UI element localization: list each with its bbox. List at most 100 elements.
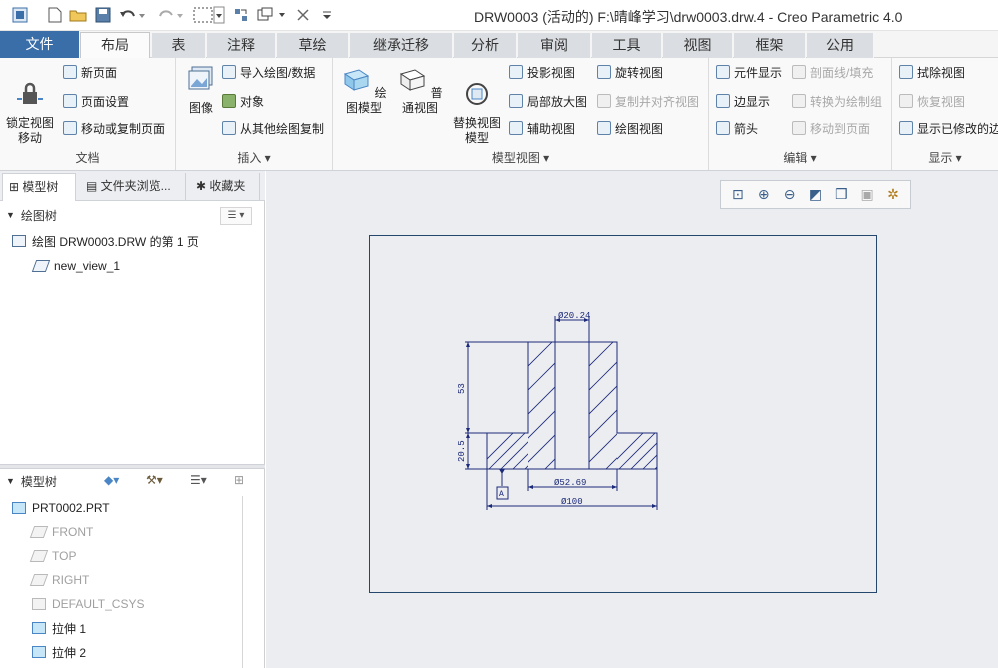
csys-item[interactable]: DEFAULT_CSYS — [32, 593, 144, 615]
undo-icon[interactable] — [118, 6, 146, 24]
general-view-button[interactable]: 普通视图 — [395, 64, 445, 116]
dim-boss-diameter[interactable]: Ø52.69 — [554, 478, 586, 488]
open-folder-icon[interactable] — [68, 6, 88, 24]
tab-frame[interactable]: 框架 — [734, 33, 806, 58]
display-style-icon[interactable]: ❒ — [832, 186, 850, 204]
page-setup-button[interactable]: 页面设置 — [63, 91, 129, 111]
ribbon-group-display: 拭除视图 恢复视图 显示已修改的边 显示 ▾ — [892, 58, 998, 170]
new-file-icon[interactable] — [46, 6, 64, 24]
tab-favorites[interactable]: ✱ 收藏夹 — [190, 173, 260, 201]
app-icon[interactable] — [10, 6, 30, 24]
arrow-button[interactable]: 箭头 — [716, 118, 758, 138]
datum-label[interactable]: A — [499, 490, 504, 499]
insert-group-text: 插入 — [237, 151, 262, 165]
repaint-icon[interactable]: ◩ — [806, 186, 824, 204]
extrude-item[interactable]: 拉伸 2 — [32, 641, 86, 663]
collapse-icon[interactable]: ▼ — [6, 210, 15, 220]
tab-sketch[interactable]: 草绘 — [277, 33, 349, 58]
resume-view-button[interactable]: 恢复视图 — [899, 91, 965, 111]
detailed-view-button[interactable]: 局部放大图 — [509, 91, 587, 111]
object-button[interactable]: 对象 — [222, 91, 264, 111]
zoom-in-icon[interactable]: ⊕ — [755, 186, 773, 204]
scrollbar-track[interactable] — [242, 496, 243, 668]
tab-model-tree[interactable]: ⊞ 模型树 — [2, 173, 76, 201]
lock-view-move-button[interactable]: 锁定视图 移动 — [4, 64, 56, 146]
xhatch-button[interactable]: 剖面线/填充 — [792, 62, 873, 82]
customize-toolbar-icon[interactable] — [318, 6, 336, 24]
extrude-icon — [32, 646, 46, 658]
save-icon[interactable] — [94, 6, 112, 24]
object-label: 对象 — [240, 94, 265, 109]
tab-folder-browser[interactable]: ▤ 文件夹浏览... — [80, 173, 186, 201]
tab-table[interactable]: 表 — [152, 33, 206, 58]
collapse-icon[interactable]: ▼ — [6, 476, 15, 486]
lock-view-move-label: 锁定视图 移动 — [5, 116, 54, 145]
csys-icon — [32, 598, 46, 610]
saved-views-icon[interactable]: ▣ — [858, 186, 876, 204]
drawing-view-button[interactable]: 绘图视图 — [597, 118, 663, 138]
tree-settings-icon[interactable]: ☰▾ — [190, 473, 207, 487]
copy-from-drawing-button[interactable]: 从其他绘图复制 — [222, 118, 324, 138]
tab-view[interactable]: 视图 — [663, 33, 733, 58]
datum-plane-item[interactable]: RIGHT — [29, 569, 89, 591]
tab-annotate[interactable]: 注释 — [207, 33, 276, 58]
revolved-view-button[interactable]: 旋转视图 — [597, 62, 663, 82]
import-drawing-button[interactable]: 导入绘图/数据 — [222, 62, 315, 82]
edge-display-button[interactable]: 边显示 — [716, 91, 770, 111]
tab-review[interactable]: 审阅 — [518, 33, 591, 58]
windows-icon[interactable] — [256, 6, 288, 24]
new-page-button[interactable]: 新页面 — [63, 62, 117, 82]
page-setup-icon — [63, 94, 77, 108]
view-toolbar: ⊡ ⊕ ⊖ ◩ ❒ ▣ ✲ — [720, 180, 911, 209]
arrow-label: 箭头 — [734, 121, 759, 136]
graphics-area[interactable]: ⊡ ⊕ ⊖ ◩ ❒ ▣ ✲ Ø20.24 53 20.5 Ø52.69 Ø100… — [266, 171, 998, 668]
component-display-button[interactable]: 元件显示 — [716, 62, 782, 82]
move-to-page-button[interactable]: 移动到页面 — [792, 118, 870, 138]
tab-tools[interactable]: 工具 — [592, 33, 662, 58]
revolved-view-icon — [597, 65, 611, 79]
drawing-model-button[interactable]: 绘图模型 — [339, 64, 389, 116]
convert-to-draft-icon — [792, 94, 806, 108]
drawing-sheet-icon — [12, 235, 26, 247]
datum-plane-item[interactable]: FRONT — [29, 521, 93, 543]
tab-layout[interactable]: 布局 — [80, 32, 150, 59]
refit-icon[interactable]: ⊡ — [729, 186, 747, 204]
drawing-sheet-item[interactable]: 绘图 DRW0003.DRW 的第 1 页 — [12, 230, 199, 252]
tools-icon[interactable]: ⚒▾ — [146, 473, 163, 487]
tab-analysis[interactable]: 分析 — [454, 33, 517, 58]
copy-align-view-label: 复制并对齐视图 — [615, 94, 700, 109]
move-copy-page-button[interactable]: 移动或复制页面 — [63, 118, 165, 138]
xhatch-icon — [792, 65, 806, 79]
select-box-icon[interactable] — [192, 6, 226, 24]
dim-flange-height[interactable]: 20.5 — [457, 440, 467, 462]
tab-legacy-migration[interactable]: 继承迁移 — [350, 33, 453, 58]
projection-view-button[interactable]: 投影视图 — [509, 62, 575, 82]
zoom-out-icon[interactable]: ⊖ — [781, 186, 799, 204]
show-modified-edges-button[interactable]: 显示已修改的边 — [899, 118, 998, 138]
drawing-sheet[interactable]: Ø20.24 53 20.5 Ø52.69 Ø100 A — [369, 235, 877, 593]
erase-view-button[interactable]: 拭除视图 — [899, 62, 965, 82]
redo-icon[interactable] — [156, 6, 184, 24]
drawing-tree-title: 绘图树 — [20, 208, 57, 223]
tab-common[interactable]: 公用 — [807, 33, 874, 58]
copy-align-view-button[interactable]: 复制并对齐视图 — [597, 91, 699, 111]
regenerate-icon[interactable] — [232, 6, 250, 24]
extrude-item[interactable]: 拉伸 1 — [32, 617, 86, 639]
model-display-icon[interactable]: ◆▾ — [104, 473, 119, 487]
replace-view-model-button[interactable]: 替换视图 模型 — [449, 64, 505, 146]
datum-display-icon[interactable]: ✲ — [884, 186, 902, 204]
datum-plane-item[interactable]: TOP — [29, 545, 76, 567]
dim-height[interactable]: 53 — [457, 383, 467, 394]
dim-bore-diameter[interactable]: Ø20.24 — [558, 311, 590, 321]
drawing-view-item[interactable]: new_view_1 — [31, 255, 120, 277]
image-button[interactable]: 图像 — [180, 64, 222, 116]
close-window-icon[interactable] — [295, 6, 311, 24]
auxiliary-view-button[interactable]: 辅助视图 — [509, 118, 575, 138]
tab-file[interactable]: 文件 — [0, 31, 80, 58]
filter-icon[interactable]: ⊞ — [234, 473, 244, 487]
convert-to-draft-button[interactable]: 转换为绘制组 — [792, 91, 882, 111]
replace-view-model-icon — [466, 83, 488, 105]
dim-outer-diameter[interactable]: Ø100 — [561, 497, 583, 507]
tree-settings-icon[interactable]: ☰ ▾ — [220, 207, 252, 225]
part-item[interactable]: PRT0002.PRT — [12, 497, 110, 519]
